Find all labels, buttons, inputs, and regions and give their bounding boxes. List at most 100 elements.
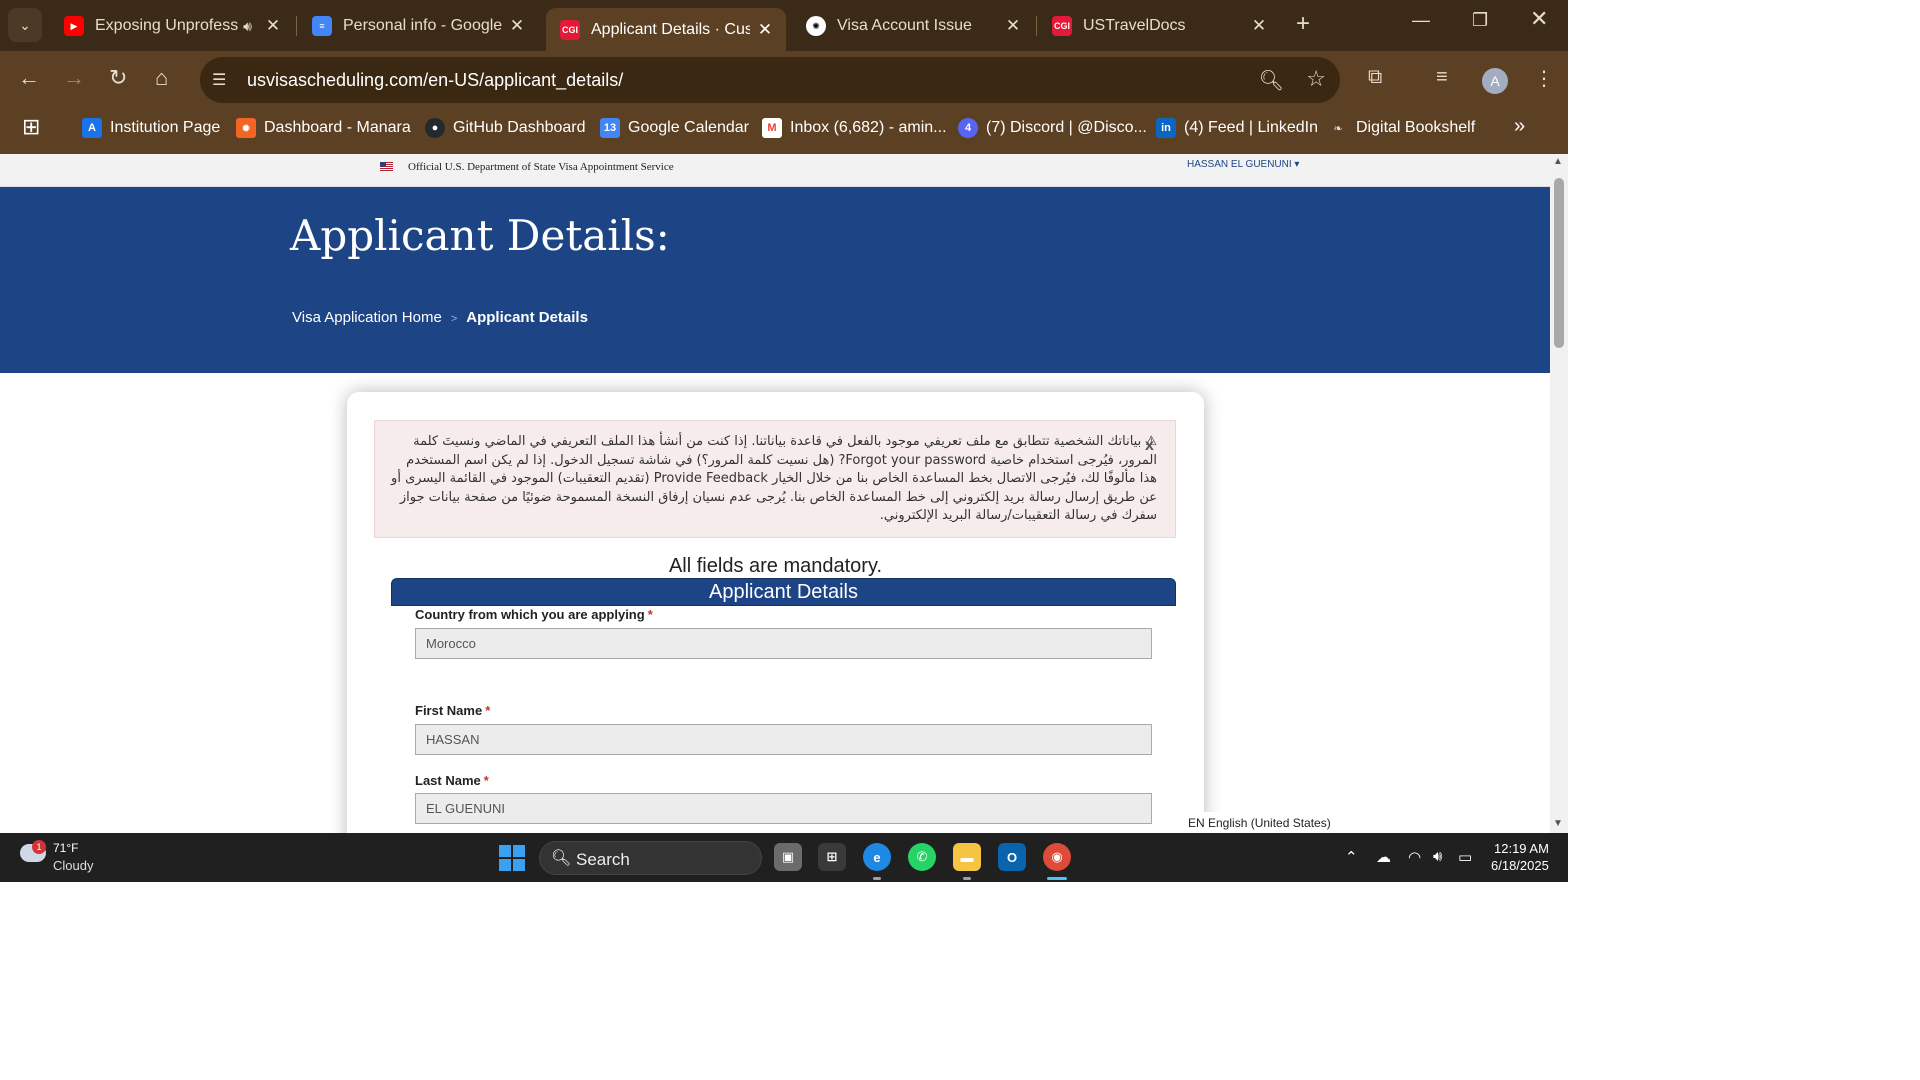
country-field[interactable]: Morocco [415, 628, 1152, 659]
institution-icon: A [82, 118, 102, 138]
alert-message: بياناتك الشخصية تتطابق مع ملف تعريفي موج… [391, 434, 1157, 523]
mandatory-note: All fields are mandatory. [668, 555, 883, 577]
chatgpt-icon: ✺ [806, 16, 826, 36]
first-name-field[interactable]: HASSAN [415, 724, 1152, 755]
calendar-icon: 13 [600, 118, 620, 138]
clock-time[interactable]: 12:19 AM [1494, 841, 1549, 856]
github-icon: ● [425, 118, 445, 138]
more-bookmarks-chevron-icon[interactable]: » [1514, 115, 1525, 138]
last-name-field[interactable]: EL GUENUNI [415, 793, 1152, 824]
bookmark-discord[interactable]: 4 (7) Discord | @Disco... [958, 118, 1147, 138]
microsoft-store-icon[interactable]: ⊞ [818, 843, 846, 871]
forward-button[interactable]: → [63, 65, 85, 91]
required-marker: * [483, 773, 489, 788]
section-header: Applicant Details [391, 578, 1176, 606]
alert-close-button[interactable]: x [1145, 437, 1154, 455]
bookmark-linkedin[interactable]: in (4) Feed | LinkedIn [1156, 118, 1318, 138]
browser-toolbar: ← → ↻ ⌂ ☰ usvisascheduling.com/en-US/app… [0, 51, 1568, 107]
close-tab-icon[interactable]: ✕ [756, 20, 774, 40]
taskbar: 1 71°F Cloudy 🔍︎ Search ▣ ⊞ e ✆ ▬ O ◉ ⌃ … [0, 833, 1568, 882]
bookmarks-bar: ⊞ A Institution Page ✹ Dashboard - Manara … [0, 107, 1568, 154]
breadcrumb: Visa Application Home > Applicant Details [292, 309, 588, 326]
apps-grid-icon[interactable]: ⊞ [22, 114, 40, 140]
linkedin-icon: in [1156, 118, 1176, 138]
clock-date[interactable]: 6/18/2025 [1491, 858, 1549, 873]
search-icon: 🔍︎ [551, 850, 572, 867]
weather-temperature[interactable]: 71°F [53, 841, 78, 855]
windows-start-icon[interactable] [499, 845, 525, 871]
speaker-icon[interactable]: 🔊︎ [243, 18, 252, 35]
web-page: Official U.S. Department of State Visa A… [0, 154, 1550, 833]
required-marker: * [647, 607, 653, 622]
tab-strip: ⌄ ▶ Exposing Unprofess 🔊︎ ✕ ≡ Personal i… [0, 0, 1568, 51]
show-hidden-icons-chevron-icon[interactable]: ⌃ [1345, 848, 1358, 866]
last-name-label: Last Name * [415, 773, 489, 788]
tab-ustraveldocs[interactable]: CGI USTravelDocs ✕ [1038, 6, 1280, 46]
whatsapp-icon[interactable]: ✆ [908, 843, 936, 871]
gmail-icon: M [762, 118, 782, 138]
new-tab-button[interactable]: + [1296, 12, 1310, 36]
tab-search-button[interactable]: ⌄ [8, 8, 42, 42]
taskbar-search[interactable]: 🔍︎ Search [539, 841, 762, 875]
home-button[interactable]: ⌂ [155, 65, 168, 91]
close-tab-icon[interactable]: ✕ [264, 16, 282, 36]
file-explorer-icon[interactable]: ▬ [953, 843, 981, 871]
volume-icon[interactable]: 🔊︎ [1433, 848, 1442, 865]
bookmark-dashboard-manara[interactable]: ✹ Dashboard - Manara [236, 118, 411, 138]
onedrive-icon[interactable]: ☁ [1376, 848, 1391, 866]
weather-condition[interactable]: Cloudy [53, 858, 93, 873]
duplicate-profile-alert: ⚠ بياناتك الشخصية تتطابق مع ملف تعريفي م… [374, 420, 1176, 538]
close-tab-icon[interactable]: ✕ [1004, 16, 1022, 36]
applicant-details-card: ⚠ بياناتك الشخصية تتطابق مع ملف تعريفي م… [347, 392, 1204, 833]
extensions-icon[interactable]: ⧉ [1368, 66, 1382, 89]
scroll-down-arrow-icon[interactable]: ▼ [1553, 818, 1563, 829]
edge-icon[interactable]: e [863, 843, 891, 871]
window-close-button[interactable]: ✕ [1530, 6, 1548, 32]
chevron-down-icon: ⌄ [19, 16, 31, 33]
site-info-icon[interactable]: ☰ [212, 70, 226, 90]
outlook-icon[interactable]: O [998, 843, 1026, 871]
country-label: Country from which you are applying * [415, 607, 653, 622]
scroll-up-arrow-icon[interactable]: ▲ [1553, 156, 1563, 167]
url-text[interactable]: usvisascheduling.com/en-US/applicant_det… [247, 70, 623, 91]
chrome-icon[interactable]: ◉ [1043, 843, 1071, 871]
task-view-icon[interactable]: ▣ [774, 843, 802, 871]
address-bar[interactable]: ☰ usvisascheduling.com/en-US/applicant_d… [200, 57, 1340, 103]
tab-personal-info[interactable]: ≡ Personal info - Google ✕ [298, 6, 538, 46]
wifi-icon[interactable]: ◠ [1408, 848, 1421, 866]
reload-button[interactable]: ↻ [109, 65, 127, 91]
breadcrumb-current: Applicant Details [466, 309, 588, 326]
app-running-indicator [873, 877, 881, 880]
close-tab-icon[interactable]: ✕ [508, 16, 526, 36]
breadcrumb-home-link[interactable]: Visa Application Home [292, 309, 442, 326]
language-indicator: EN English (United States) [1158, 812, 1368, 833]
tab-applicant-details[interactable]: CGI Applicant Details · Cust ✕ [546, 8, 786, 51]
bookmark-github-dashboard[interactable]: ● GitHub Dashboard [425, 118, 586, 138]
user-menu-dropdown[interactable]: HASSAN EL GUENUNI ▾ [1187, 159, 1299, 170]
minimize-button[interactable]: — [1412, 10, 1430, 31]
us-flag-icon [380, 162, 393, 171]
bookmark-google-calendar[interactable]: 13 Google Calendar [600, 118, 749, 138]
youtube-icon: ▶ [64, 16, 84, 36]
bookmark-institution-page[interactable]: A Institution Page [82, 118, 220, 138]
restore-button[interactable]: ❐ [1472, 10, 1488, 31]
bookmark-digital-bookshelf[interactable]: ❧ Digital Bookshelf [1328, 118, 1475, 138]
page-banner: Applicant Details: Visa Application Home… [0, 187, 1550, 373]
app-active-indicator [1047, 877, 1067, 880]
cgi-icon: CGI [1052, 16, 1072, 36]
scrollbar-thumb[interactable] [1554, 178, 1564, 348]
tab-youtube[interactable]: ▶ Exposing Unprofess 🔊︎ ✕ [50, 6, 294, 46]
close-tab-icon[interactable]: ✕ [1250, 16, 1268, 36]
menu-kebab-icon[interactable]: ⋮ [1534, 66, 1554, 91]
profile-avatar[interactable]: A [1482, 68, 1508, 94]
tab-visa-account-issue[interactable]: ✺ Visa Account Issue ✕ [792, 6, 1034, 46]
zoom-icon[interactable]: 🔍︎ [1259, 68, 1284, 93]
tab-divider [296, 16, 297, 36]
media-controls-icon[interactable]: ≡ [1436, 66, 1448, 89]
bookmark-star-icon[interactable]: ☆ [1306, 66, 1326, 92]
battery-icon[interactable]: ▭ [1458, 848, 1472, 866]
bookshelf-icon: ❧ [1333, 122, 1343, 135]
bookmark-gmail-inbox[interactable]: M Inbox (6,682) - amin... [762, 118, 947, 138]
back-button[interactable]: ← [18, 65, 40, 91]
page-scrollbar[interactable]: ▲ ▼ [1550, 154, 1568, 833]
